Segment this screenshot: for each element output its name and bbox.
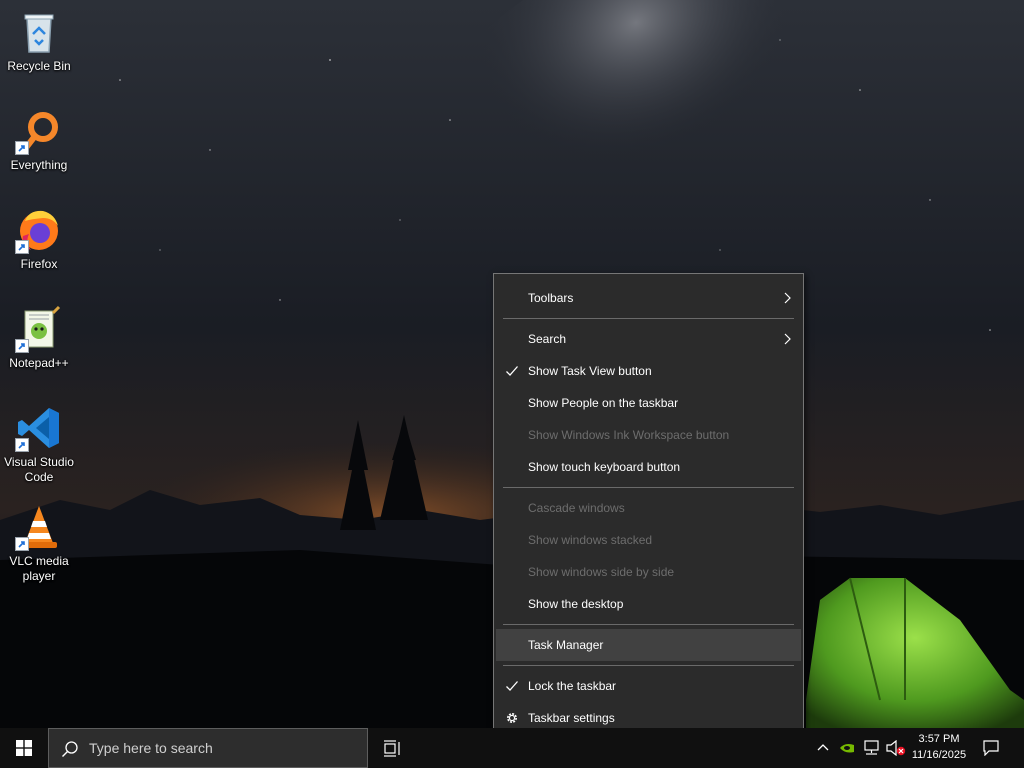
search-placeholder: Type here to search (89, 740, 213, 756)
menu-item-label: Show touch keyboard button (528, 460, 681, 474)
clock-date: 11/16/2025 (911, 749, 967, 761)
start-button[interactable] (0, 728, 48, 768)
menu-item-label: Toolbars (528, 291, 574, 305)
menu-item-toolbars[interactable]: Toolbars (496, 282, 801, 314)
task-view-button[interactable] (372, 728, 412, 768)
nvidia-icon (840, 744, 854, 753)
menu-item-show-task-view-button[interactable]: Show Task View button (496, 355, 801, 387)
menu-item-show-windows-stacked: Show windows stacked (496, 524, 801, 556)
notifications-icon (983, 740, 999, 756)
desktop-icon-label: Visual Studio Code (4, 455, 74, 484)
everything-search-icon (15, 107, 63, 155)
menu-item-label: Lock the taskbar (528, 679, 617, 693)
taskbar-clock[interactable]: 3:57 PM 11/16/2025 (906, 731, 972, 765)
desktop-icon-label: Firefox (20, 257, 58, 271)
action-center-button[interactable] (974, 728, 1008, 768)
menu-item-label: Cascade windows (528, 501, 625, 515)
search-icon (62, 741, 78, 757)
gear-icon (505, 711, 519, 725)
desktop-icon-label: Everything (10, 158, 68, 172)
chevron-up-icon (817, 744, 829, 751)
recycle-bin-icon (15, 8, 63, 56)
checkmark-icon (505, 364, 519, 378)
desktop-icon-vscode[interactable]: Visual Studio Code (2, 400, 76, 490)
menu-item-show-windows-ink: Show Windows Ink Workspace button (496, 419, 801, 451)
menu-item-label: Show Task View button (528, 364, 652, 378)
menu-item-cascade-windows: Cascade windows (496, 492, 801, 524)
chevron-right-icon (784, 292, 792, 304)
show-hidden-icons-button[interactable] (812, 728, 834, 768)
menu-item-lock-the-taskbar[interactable]: Lock the taskbar (496, 670, 801, 702)
vlc-icon (15, 503, 63, 551)
shortcut-arrow-icon (15, 537, 29, 551)
checkmark-icon (505, 679, 519, 693)
menu-item-show-windows-side-by-side: Show windows side by side (496, 556, 801, 588)
firefox-icon (15, 206, 63, 254)
menu-item-label: Search (528, 332, 567, 346)
taskbar-context-menu: Toolbars Search Show Task View button Sh… (493, 273, 804, 742)
menu-item-label: Task Manager (528, 638, 604, 652)
notepad-plus-plus-icon (15, 305, 63, 353)
desktop-icon-recycle-bin[interactable]: Recycle Bin (2, 4, 76, 94)
menu-item-show-touch-keyboard[interactable]: Show touch keyboard button (496, 451, 801, 483)
menu-item-label: Show the desktop (528, 597, 624, 611)
taskbar-search-box[interactable]: Type here to search (48, 728, 368, 768)
menu-item-label: Show windows stacked (528, 533, 653, 547)
desktop-icon-vlc[interactable]: VLC media player (2, 499, 76, 589)
desktop-icon-label: VLC media player (9, 554, 69, 583)
task-view-icon (384, 740, 400, 757)
menu-item-label: Show Windows Ink Workspace button (528, 428, 730, 442)
menu-item-task-manager[interactable]: Task Manager (496, 629, 801, 661)
menu-item-search[interactable]: Search (496, 323, 801, 355)
shortcut-arrow-icon (15, 339, 29, 353)
taskbar: Type here to search 3:57 PM 11/16/2025 (0, 728, 1024, 768)
network-icon (864, 740, 879, 755)
vscode-icon (15, 404, 63, 452)
tray-network[interactable] (860, 728, 884, 768)
shortcut-arrow-icon (15, 438, 29, 452)
tray-nvidia[interactable] (836, 728, 858, 768)
desktop-icon-everything[interactable]: Everything (2, 103, 76, 193)
windows-logo-icon (16, 740, 32, 756)
volume-muted-icon (886, 740, 906, 756)
menu-separator (503, 487, 794, 488)
desktop-icon-notepad-plus-plus[interactable]: Notepad++ (2, 301, 76, 391)
menu-separator (503, 624, 794, 625)
menu-item-show-the-desktop[interactable]: Show the desktop (496, 588, 801, 620)
desktop-icon-firefox[interactable]: Firefox (2, 202, 76, 292)
desktop-icon-label: Notepad++ (9, 356, 69, 370)
chevron-right-icon (784, 333, 792, 345)
menu-separator (503, 665, 794, 666)
menu-separator (503, 318, 794, 319)
menu-item-label: Show People on the taskbar (528, 396, 679, 410)
clock-time: 3:57 PM (918, 733, 960, 745)
shortcut-arrow-icon (15, 240, 29, 254)
tray-volume[interactable] (884, 728, 906, 768)
menu-item-label: Show windows side by side (528, 565, 675, 579)
menu-item-show-people[interactable]: Show People on the taskbar (496, 387, 801, 419)
shortcut-arrow-icon (15, 141, 29, 155)
desktop-icon-label: Recycle Bin (7, 59, 71, 73)
